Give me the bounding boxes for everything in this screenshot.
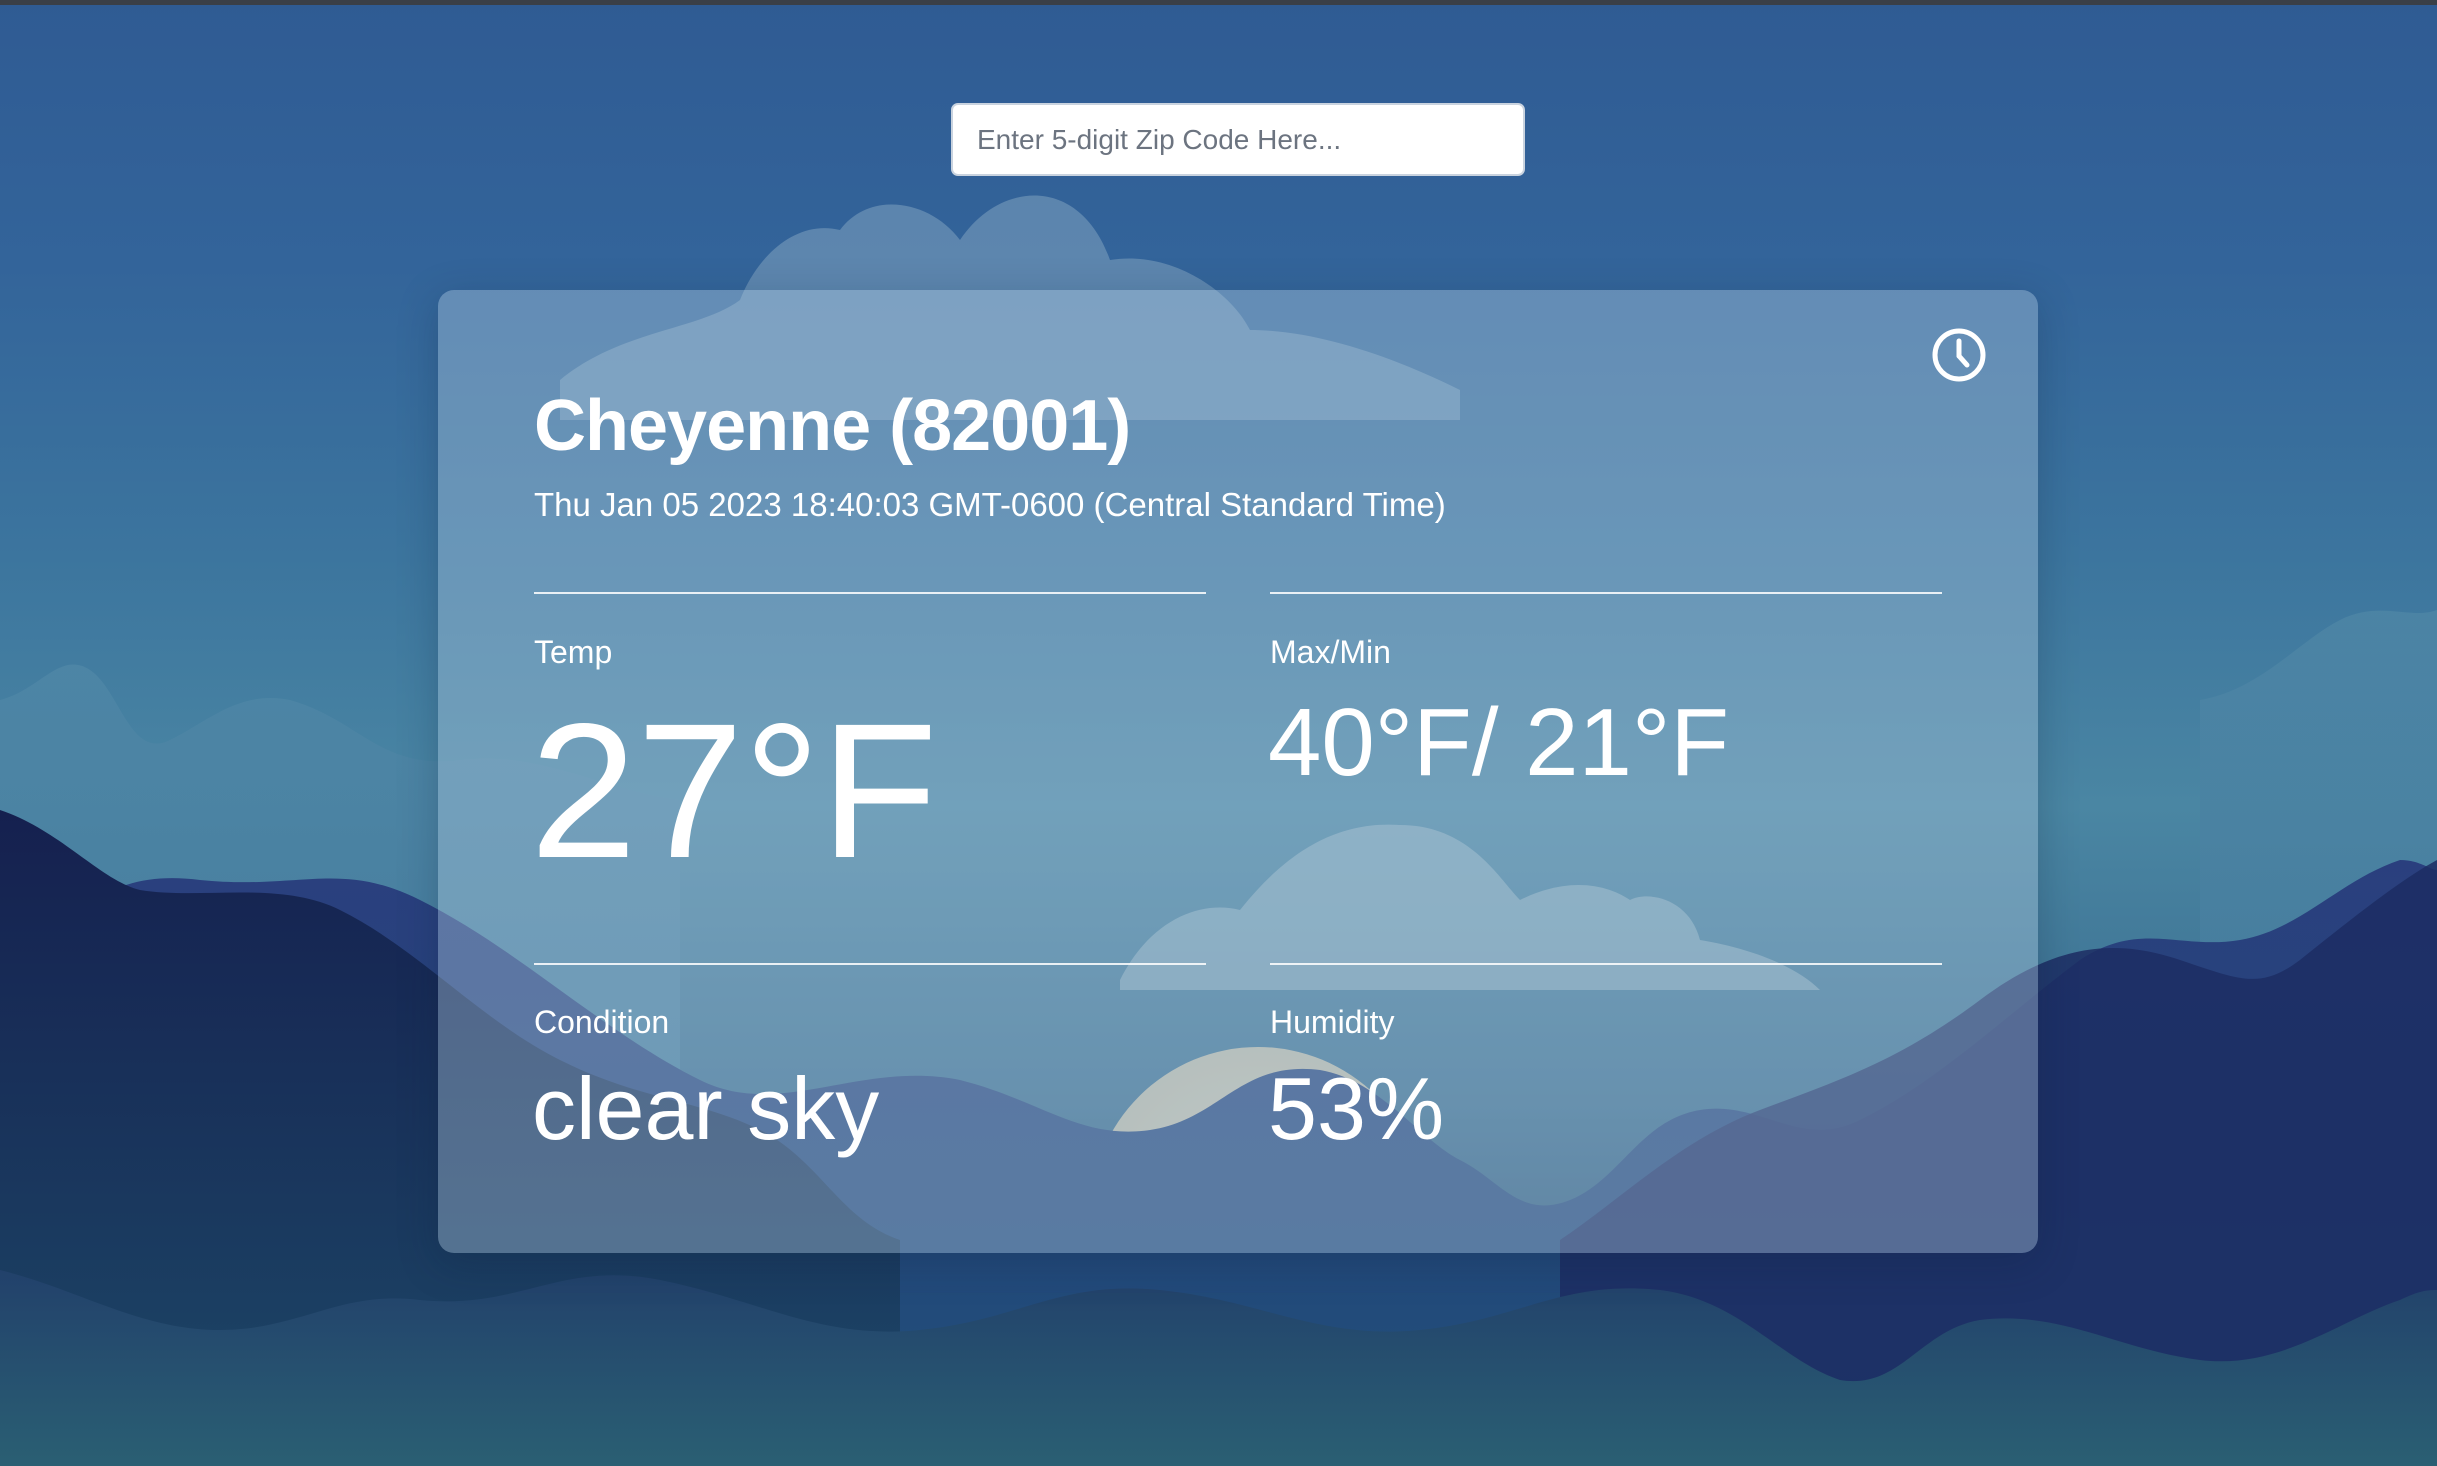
clock-icon bbox=[1932, 328, 1986, 382]
zip-code-input[interactable] bbox=[951, 103, 1525, 176]
humidity-value: 53% bbox=[1268, 1059, 1445, 1158]
divider-maxmin bbox=[1270, 592, 1942, 594]
zip-search-container bbox=[951, 103, 1525, 176]
temp-value: 27°F bbox=[530, 683, 938, 898]
divider-temp bbox=[534, 592, 1206, 594]
city-title: Cheyenne (82001) bbox=[534, 386, 1131, 466]
temp-label: Temp bbox=[534, 634, 613, 670]
date-time: Thu Jan 05 2023 18:40:03 GMT-0600 (Centr… bbox=[534, 486, 1446, 523]
maxmin-value: 40°F/ 21°F bbox=[1268, 689, 1729, 796]
weather-card: Cheyenne (82001) Thu Jan 05 2023 18:40:0… bbox=[438, 290, 2038, 1253]
history-button[interactable] bbox=[1930, 326, 1988, 384]
divider-condition bbox=[534, 963, 1206, 965]
humidity-label: Humidity bbox=[1270, 1004, 1395, 1040]
weather-app-page: Cheyenne (82001) Thu Jan 05 2023 18:40:0… bbox=[0, 0, 2437, 1466]
maxmin-label: Max/Min bbox=[1270, 634, 1391, 670]
condition-label: Condition bbox=[534, 1004, 670, 1040]
condition-value: clear sky bbox=[532, 1059, 880, 1158]
divider-humidity bbox=[1270, 963, 1942, 965]
